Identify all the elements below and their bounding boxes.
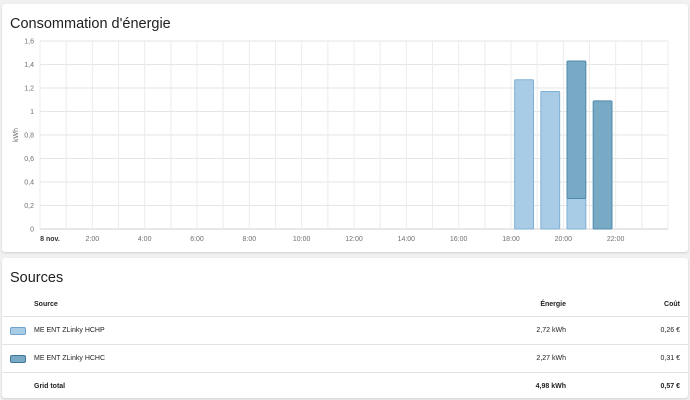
- y-tick-label: 1,4: [24, 62, 34, 69]
- x-tick-label: 20:00: [555, 236, 573, 243]
- bar-segment: [540, 91, 561, 230]
- bar-segment: [566, 60, 587, 199]
- header-swatch-cell: [2, 292, 34, 317]
- header-energy[interactable]: Énergie: [464, 292, 566, 317]
- table-row: ME ENT ZLinky HCHP 2,72 kWh 0,26 €: [2, 316, 688, 345]
- bar-segment: [566, 197, 587, 230]
- x-tick-label: 12:00: [345, 236, 363, 243]
- x-tick-label: 2:00: [86, 236, 100, 243]
- y-tick-label: 0,6: [24, 156, 34, 163]
- table-row: ME ENT ZLinky HCHC 2,27 kWh 0,31 €: [2, 344, 688, 373]
- y-tick-label: 1: [30, 109, 34, 116]
- source-cost: 0,26 €: [566, 316, 688, 345]
- sources-card: Sources Source Énergie Coût ME ENT ZLink…: [2, 258, 688, 400]
- sources-header-row: Source Énergie Coût: [2, 292, 688, 317]
- source-energy: 2,72 kWh: [464, 316, 566, 345]
- x-tick-label: 22:00: [607, 236, 625, 243]
- energy-consumption-card: Consommation d'énergie 0 0,2 0,4 0,6 0,8 1 1,2…: [2, 4, 688, 252]
- x-tick-label: 8:00: [243, 236, 257, 243]
- total-label: Grid total: [34, 372, 464, 400]
- source-energy: 2,27 kWh: [464, 344, 566, 373]
- total-cost: 0,57 €: [566, 372, 688, 400]
- x-tick-label: 6:00: [190, 236, 204, 243]
- y-tick-label: 0,8: [24, 133, 34, 140]
- x-tick-label: 4:00: [138, 236, 152, 243]
- x-tick-label: 10:00: [293, 236, 311, 243]
- header-source[interactable]: Source: [34, 292, 464, 317]
- y-tick-label: 1,6: [24, 39, 34, 46]
- bar-segment: [514, 79, 535, 230]
- y-tick-label: 0,4: [24, 180, 34, 187]
- x-tick-label: 18:00: [502, 236, 520, 243]
- source-cost: 0,31 €: [566, 344, 688, 373]
- total-energy: 4,98 kWh: [464, 372, 566, 400]
- y-tick-label: 0: [30, 227, 34, 234]
- y-tick-label: 1,2: [24, 86, 34, 93]
- x-tick-label: 16:00: [450, 236, 468, 243]
- source-name: ME ENT ZLinky HCHP: [34, 316, 464, 345]
- total-row: Grid total 4,98 kWh 0,57 €: [2, 372, 688, 400]
- energy-bar-chart: 0 0,2 0,4 0,6 0,8 1 1,2 1,4 1,6 8 nov. 2:00 4:00 6:0…: [13, 39, 669, 243]
- header-cost[interactable]: Coût: [566, 292, 688, 317]
- x-tick-label: 8 nov.: [40, 236, 60, 243]
- sources-card-title: Sources: [10, 270, 64, 286]
- y-tick-label: 0,2: [24, 203, 34, 210]
- sources-table: Source Énergie Coût ME ENT ZLinky HCHP 2…: [2, 292, 688, 400]
- source-color-swatch: [10, 326, 26, 335]
- x-tick-label: 14:00: [398, 236, 416, 243]
- y-axis-label: kWh: [13, 128, 20, 142]
- source-name: ME ENT ZLinky HCHC: [34, 344, 464, 373]
- source-color-swatch: [10, 354, 26, 363]
- bar-segment: [592, 100, 613, 230]
